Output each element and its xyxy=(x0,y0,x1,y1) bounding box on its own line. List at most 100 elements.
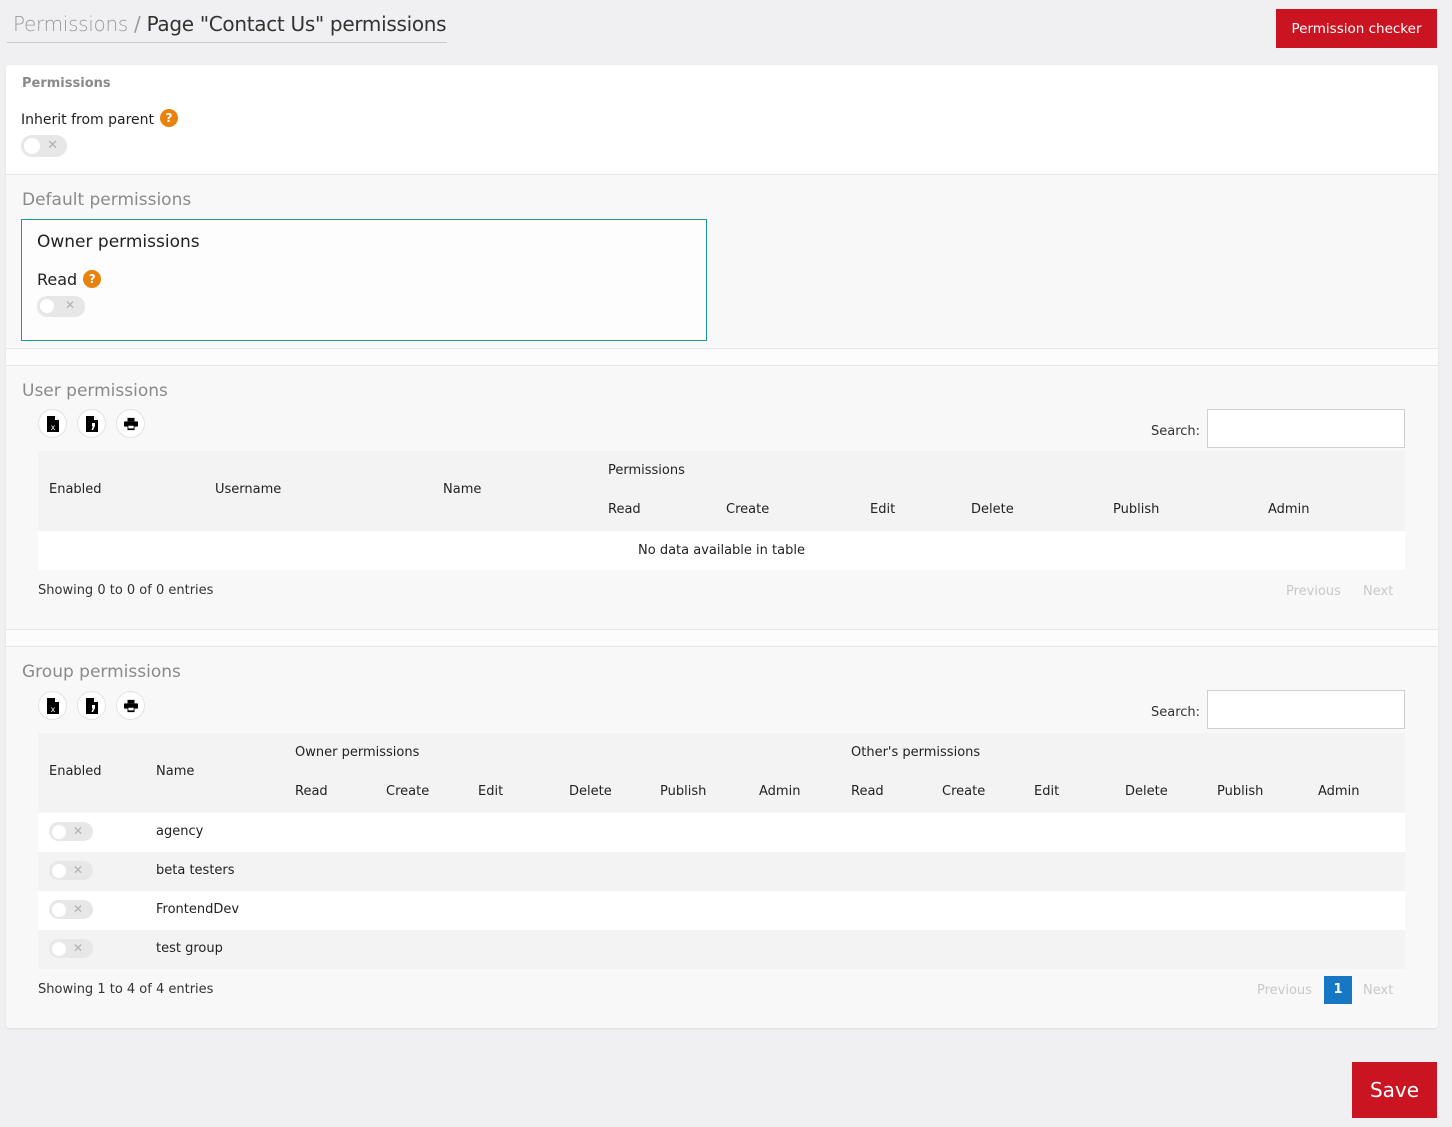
breadcrumb-permissions-link[interactable]: Permissions xyxy=(13,12,128,36)
toggle-knob xyxy=(52,941,66,956)
column-header-publish[interactable]: Publish xyxy=(1113,502,1159,517)
csv-export-button[interactable] xyxy=(77,409,106,438)
empty-table-row: No data available in table xyxy=(38,531,1405,570)
permission-checker-button[interactable]: Permission checker xyxy=(1276,9,1437,48)
permissions-panel: Permissions Inherit from parent? ✕ Defau… xyxy=(6,65,1438,1028)
excel-export-icon: x xyxy=(46,415,59,432)
group-permissions-table: Enabled Name Owner permissions Other's p… xyxy=(38,733,1405,969)
owner-read-label: Read? xyxy=(37,270,102,289)
save-button[interactable]: Save xyxy=(1352,1062,1437,1118)
toggle-off-icon: ✕ xyxy=(72,902,83,916)
owner-read-label-text: Read xyxy=(37,270,78,289)
column-header-owner-publish[interactable]: Publish xyxy=(660,784,706,799)
breadcrumb-separator: / xyxy=(128,12,147,36)
permissions-section-title: Permissions xyxy=(22,76,111,91)
print-button[interactable] xyxy=(116,409,145,438)
user-pagination-previous[interactable]: Previous xyxy=(1286,584,1341,599)
column-header-read[interactable]: Read xyxy=(608,502,641,517)
column-header-owner-admin[interactable]: Admin xyxy=(759,784,800,799)
group-name: test group xyxy=(156,941,223,956)
csv-export-icon xyxy=(85,697,98,714)
column-header-others-publish[interactable]: Publish xyxy=(1217,784,1263,799)
column-header-username[interactable]: Username xyxy=(215,482,281,497)
column-header-enabled[interactable]: Enabled xyxy=(49,764,102,779)
column-header-edit[interactable]: Edit xyxy=(870,502,895,517)
owner-permissions-box: Owner permissions Read? ✕ xyxy=(21,219,707,341)
page-title: Page "Contact Us" permissions xyxy=(146,12,447,36)
column-header-name[interactable]: Name xyxy=(443,482,481,497)
group-search-input[interactable] xyxy=(1207,690,1405,729)
table-row: ✕ agency xyxy=(38,813,1405,852)
column-header-others-delete[interactable]: Delete xyxy=(1125,784,1168,799)
table-row: ✕ FrontendDev xyxy=(38,891,1405,930)
column-header-enabled[interactable]: Enabled xyxy=(49,482,102,497)
default-permissions-section: Default permissions Owner permissions Re… xyxy=(6,176,1438,349)
csv-export-icon xyxy=(85,415,98,432)
toggle-knob xyxy=(52,824,66,839)
group-export-toolbar: x xyxy=(38,691,158,721)
owner-read-toggle[interactable]: ✕ xyxy=(37,296,85,317)
group-permissions-heading: Group permissions xyxy=(22,662,181,682)
column-header-others-create[interactable]: Create xyxy=(942,784,985,799)
toggle-off-icon: ✕ xyxy=(72,941,83,955)
column-header-owner-create[interactable]: Create xyxy=(386,784,429,799)
toggle-off-icon: ✕ xyxy=(72,863,83,877)
group-enabled-toggle[interactable]: ✕ xyxy=(49,822,93,841)
print-icon xyxy=(123,699,138,712)
inherit-from-parent-label: Inherit from parent? xyxy=(21,109,178,128)
table-row: ✕ test group xyxy=(38,930,1405,969)
column-header-name[interactable]: Name xyxy=(156,764,194,779)
column-group-owner-permissions: Owner permissions xyxy=(295,745,420,760)
group-pagination-previous[interactable]: Previous xyxy=(1257,983,1312,998)
group-permissions-section: Group permissions x Search: Enabled Name… xyxy=(6,648,1438,1028)
column-header-delete[interactable]: Delete xyxy=(971,502,1014,517)
toggle-knob xyxy=(40,298,54,313)
csv-export-button[interactable] xyxy=(77,691,106,720)
empty-table-message: No data available in table xyxy=(638,543,805,558)
toggle-knob xyxy=(52,863,66,878)
help-icon[interactable]: ? xyxy=(160,109,178,127)
user-permissions-table: Enabled Username Name Permissions Read C… xyxy=(38,451,1405,570)
toggle-off-icon: ✕ xyxy=(47,138,58,153)
excel-export-button[interactable]: x xyxy=(38,409,67,438)
column-header-owner-delete[interactable]: Delete xyxy=(569,784,612,799)
group-pagination-page-1[interactable]: 1 xyxy=(1324,976,1352,1004)
column-header-admin[interactable]: Admin xyxy=(1268,502,1309,517)
group-enabled-toggle[interactable]: ✕ xyxy=(49,861,93,880)
permissions-section: Permissions Inherit from parent? ✕ xyxy=(6,65,1438,175)
group-name: agency xyxy=(156,824,204,839)
table-header: Enabled Name Owner permissions Other's p… xyxy=(38,733,1405,813)
breadcrumb: Permissions / Page "Contact Us" permissi… xyxy=(7,12,447,43)
group-name: FrontendDev xyxy=(156,902,240,917)
column-header-others-read[interactable]: Read xyxy=(851,784,884,799)
section-divider xyxy=(6,350,1438,366)
svg-text:x: x xyxy=(50,705,55,714)
table-header: Enabled Username Name Permissions Read C… xyxy=(38,451,1405,531)
inherit-label-text: Inherit from parent xyxy=(21,112,154,128)
user-table-info: Showing 0 to 0 of 0 entries xyxy=(38,583,214,598)
group-enabled-toggle[interactable]: ✕ xyxy=(49,939,93,958)
table-row: ✕ beta testers xyxy=(38,852,1405,891)
column-header-others-admin[interactable]: Admin xyxy=(1318,784,1359,799)
toggle-knob xyxy=(52,902,66,917)
group-table-info: Showing 1 to 4 of 4 entries xyxy=(38,982,214,997)
help-icon[interactable]: ? xyxy=(83,270,102,288)
column-header-owner-read[interactable]: Read xyxy=(295,784,328,799)
print-button[interactable] xyxy=(116,691,145,720)
group-enabled-toggle[interactable]: ✕ xyxy=(49,900,93,919)
user-pagination-next[interactable]: Next xyxy=(1363,584,1393,599)
user-search-input[interactable] xyxy=(1207,409,1405,448)
column-header-create[interactable]: Create xyxy=(726,502,769,517)
toggle-off-icon: ✕ xyxy=(64,298,75,312)
excel-export-button[interactable]: x xyxy=(38,691,67,720)
column-header-others-edit[interactable]: Edit xyxy=(1034,784,1059,799)
default-permissions-heading: Default permissions xyxy=(22,190,192,210)
excel-export-icon: x xyxy=(46,697,59,714)
group-pagination-next[interactable]: Next xyxy=(1363,983,1393,998)
user-permissions-heading: User permissions xyxy=(22,381,168,401)
column-header-owner-edit[interactable]: Edit xyxy=(478,784,503,799)
toggle-knob xyxy=(24,138,40,154)
print-icon xyxy=(123,417,138,430)
section-divider xyxy=(6,631,1438,647)
inherit-from-parent-toggle[interactable]: ✕ xyxy=(21,135,67,157)
